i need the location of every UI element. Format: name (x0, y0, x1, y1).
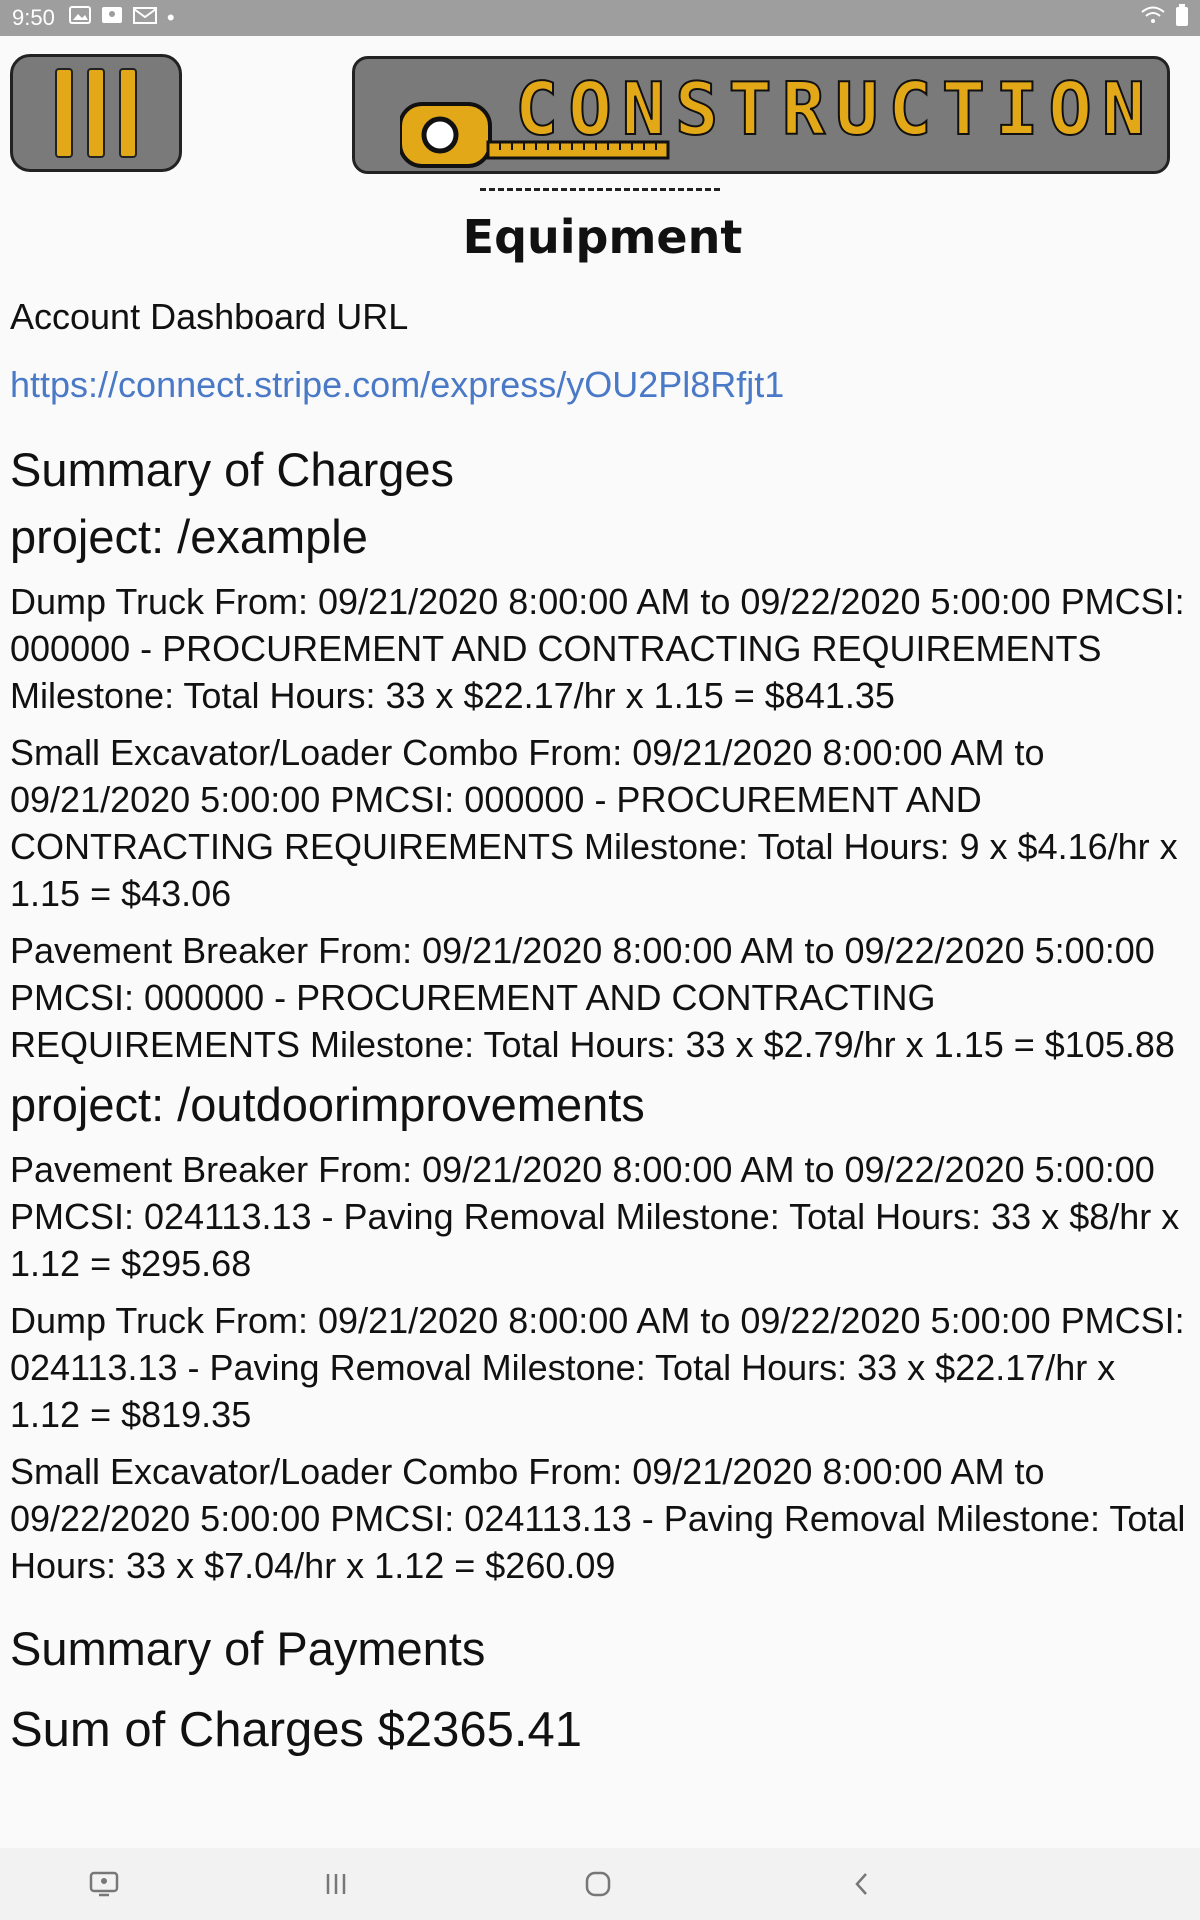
menu-button[interactable] (10, 54, 182, 172)
screenshot-icon[interactable] (84, 1864, 124, 1904)
charge-item: Pavement Breaker From: 09/21/2020 8:00:0… (10, 930, 1175, 1065)
project-group: project: /example Dump Truck From: 09/21… (10, 506, 1190, 1068)
gallery-icon (68, 5, 91, 31)
charge-item: Pavement Breaker From: 09/21/2020 8:00:0… (10, 1149, 1180, 1284)
payments-section-title: Summary of Payments (10, 1622, 486, 1675)
charge-item: Dump Truck From: 09/21/2020 8:00:00 AM t… (10, 1300, 1185, 1435)
back-icon[interactable] (842, 1864, 882, 1904)
project-title: project: /outdoorimprovements (10, 1078, 645, 1131)
mail-icon (132, 5, 157, 31)
charge-item: Small Excavator/Loader Combo From: 09/21… (10, 1451, 1186, 1586)
status-time: 9:50 (12, 5, 55, 30)
charges-section-title: Summary of Charges (10, 443, 455, 496)
construction-logo: CONSTRUCTION (352, 56, 1170, 174)
project-group: project: /outdoorimprovements Pavement B… (10, 1074, 1190, 1589)
menu-icon-bar (119, 68, 137, 158)
menu-icon-bar (87, 68, 105, 158)
charge-item: Small Excavator/Loader Combo From: 09/21… (10, 732, 1178, 914)
logo-text: CONSTRUCTION (514, 66, 1156, 152)
notification-dot: • (166, 5, 175, 30)
photo-icon (101, 5, 123, 31)
recent-apps-icon[interactable] (316, 1864, 356, 1904)
battery-icon (1176, 4, 1188, 32)
home-icon[interactable] (578, 1864, 618, 1904)
app-header: CONSTRUCTION (0, 36, 1200, 186)
page-title: Equipment (462, 210, 743, 264)
status-bar: 9:50 • (0, 0, 1200, 36)
dashboard-label: Account Dashboard URL (10, 296, 409, 337)
divider (480, 188, 720, 195)
navigation-bar (0, 1848, 1200, 1920)
charge-item: Dump Truck From: 09/21/2020 8:00:00 AM t… (10, 581, 1185, 716)
main-content: Account Dashboard URL https://connect.st… (10, 292, 1190, 1761)
wifi-icon (1140, 5, 1166, 31)
dashboard-url-link[interactable]: https://connect.stripe.com/express/yOU2P… (10, 360, 1190, 410)
menu-icon-bar (55, 68, 73, 158)
project-title: project: /example (10, 510, 368, 563)
sum-of-charges: Sum of Charges $2365.41 (10, 1703, 583, 1757)
